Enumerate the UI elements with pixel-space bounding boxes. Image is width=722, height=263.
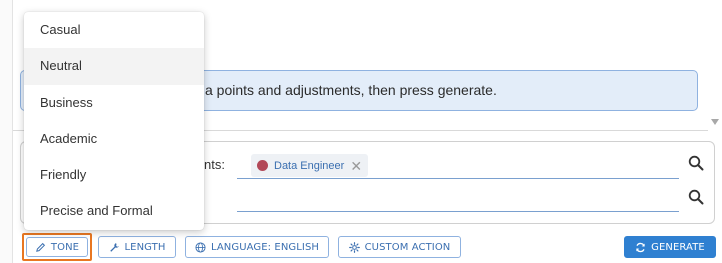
chip-label: Data Engineer [274, 159, 345, 172]
chip-color-dot [257, 160, 268, 171]
scroll-down-arrow-icon[interactable] [711, 119, 719, 125]
refresh-icon [636, 242, 645, 252]
tone-dropdown-menu: Casual Neutral Business Academic Friendl… [24, 12, 204, 230]
generate-button-label: GENERATE [651, 241, 705, 253]
language-button-label: LANGUAGE: ENGLISH [210, 241, 320, 253]
custom-action-button[interactable]: CUSTOM ACTION [338, 236, 461, 258]
row1-underline [237, 178, 679, 179]
globe-icon [195, 241, 206, 253]
generate-button[interactable]: GENERATE [624, 236, 716, 258]
custom-action-button-label: CUSTOM ACTION [364, 241, 451, 253]
tone-button-label: TONE [50, 241, 80, 253]
gear-icon [348, 241, 360, 253]
tone-option-business[interactable]: Business [24, 85, 204, 121]
search-icon[interactable] [688, 189, 704, 205]
length-button-label: LENGTH [124, 241, 166, 253]
length-button[interactable]: LENGTH [98, 236, 176, 258]
wrench-icon [109, 242, 119, 252]
tone-button[interactable]: TONE [22, 233, 92, 261]
left-panel-edge [0, 0, 13, 263]
search-icon[interactable] [688, 155, 704, 171]
tag-chip-data-engineer[interactable]: Data Engineer ✕ [251, 154, 369, 177]
tone-option-academic[interactable]: Academic [24, 121, 204, 157]
tone-option-neutral[interactable]: Neutral [24, 48, 204, 85]
tone-option-casual[interactable]: Casual [24, 12, 204, 48]
language-button[interactable]: LANGUAGE: ENGLISH [185, 236, 329, 258]
tone-option-friendly[interactable]: Friendly [24, 157, 204, 193]
row2-underline [237, 211, 679, 212]
pen-icon [36, 242, 45, 252]
tone-option-precise-and-formal[interactable]: Precise and Formal [24, 193, 204, 229]
chip-remove-icon[interactable]: ✕ [350, 159, 362, 173]
